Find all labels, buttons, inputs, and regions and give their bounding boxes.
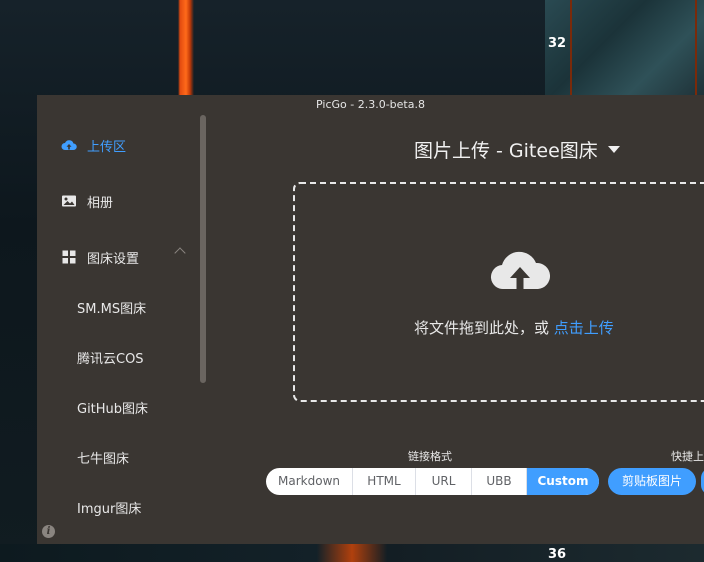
picgo-window: PicGo - 2.3.0-beta.8 上传区 相册 图床设置 SM.MS图床… bbox=[37, 95, 704, 544]
format-markdown-button[interactable]: Markdown bbox=[266, 468, 353, 495]
quick-upload-label: 快捷上传 bbox=[671, 450, 704, 463]
format-custom-button[interactable]: Custom bbox=[527, 468, 599, 495]
format-ubb-button[interactable]: UBB bbox=[472, 468, 527, 495]
grid-icon bbox=[61, 249, 77, 265]
sidebar-scrollbar[interactable] bbox=[200, 115, 206, 383]
window-title: PicGo - 2.3.0-beta.8 bbox=[316, 98, 425, 111]
upload-cloud-large-icon bbox=[491, 251, 550, 290]
page-title: 图片上传 - Gitee图床 bbox=[414, 140, 598, 162]
sidebar-subitem-smms[interactable]: SM.MS图床 bbox=[77, 300, 146, 320]
info-icon[interactable]: i bbox=[42, 525, 55, 538]
desktop-number-top: 32 bbox=[548, 36, 567, 51]
chevron-up-icon[interactable] bbox=[174, 247, 186, 259]
sidebar-subitem-qiniu[interactable]: 七牛图床 bbox=[77, 450, 129, 470]
sidebar-item-gallery[interactable]: 相册 bbox=[61, 191, 113, 211]
clipboard-image-button[interactable]: 剪贴板图片 bbox=[608, 468, 696, 495]
sidebar-item-label: 上传区 bbox=[87, 139, 127, 155]
dropzone-hint: 将文件拖到此处，或 点击上传 bbox=[414, 317, 614, 338]
caret-down-icon bbox=[607, 146, 620, 153]
format-html-button[interactable]: HTML bbox=[353, 468, 416, 495]
sidebar-item-upload[interactable]: 上传区 bbox=[61, 135, 126, 155]
sidebar-item-label: 图床设置 bbox=[87, 251, 140, 267]
image-icon bbox=[61, 193, 77, 209]
dropzone-text: 将文件拖到此处，或 bbox=[414, 319, 554, 337]
click-upload-link[interactable]: 点击上传 bbox=[554, 319, 614, 337]
sidebar-subitem-imgur[interactable]: Imgur图床 bbox=[77, 500, 141, 520]
sidebar-subitem-github[interactable]: GitHub图床 bbox=[77, 400, 148, 420]
sidebar-item-label: 相册 bbox=[87, 195, 114, 211]
format-url-button[interactable]: URL bbox=[416, 468, 472, 495]
picbed-selector[interactable]: 图片上传 - Gitee图床 bbox=[414, 136, 620, 163]
desktop-number-bottom: 36 bbox=[548, 547, 567, 562]
desktop-wallpaper-window bbox=[545, 0, 704, 95]
link-format-label: 链接格式 bbox=[408, 450, 452, 463]
sidebar-subitem-tencent-cos[interactable]: 腾讯云COS bbox=[77, 350, 144, 370]
sidebar-item-picbed-settings[interactable]: 图床设置 bbox=[61, 247, 139, 267]
desktop-wallpaper-bottom bbox=[0, 544, 704, 562]
upload-cloud-icon bbox=[61, 137, 77, 153]
link-format-group: Markdown HTML URL UBB Custom bbox=[266, 468, 599, 495]
